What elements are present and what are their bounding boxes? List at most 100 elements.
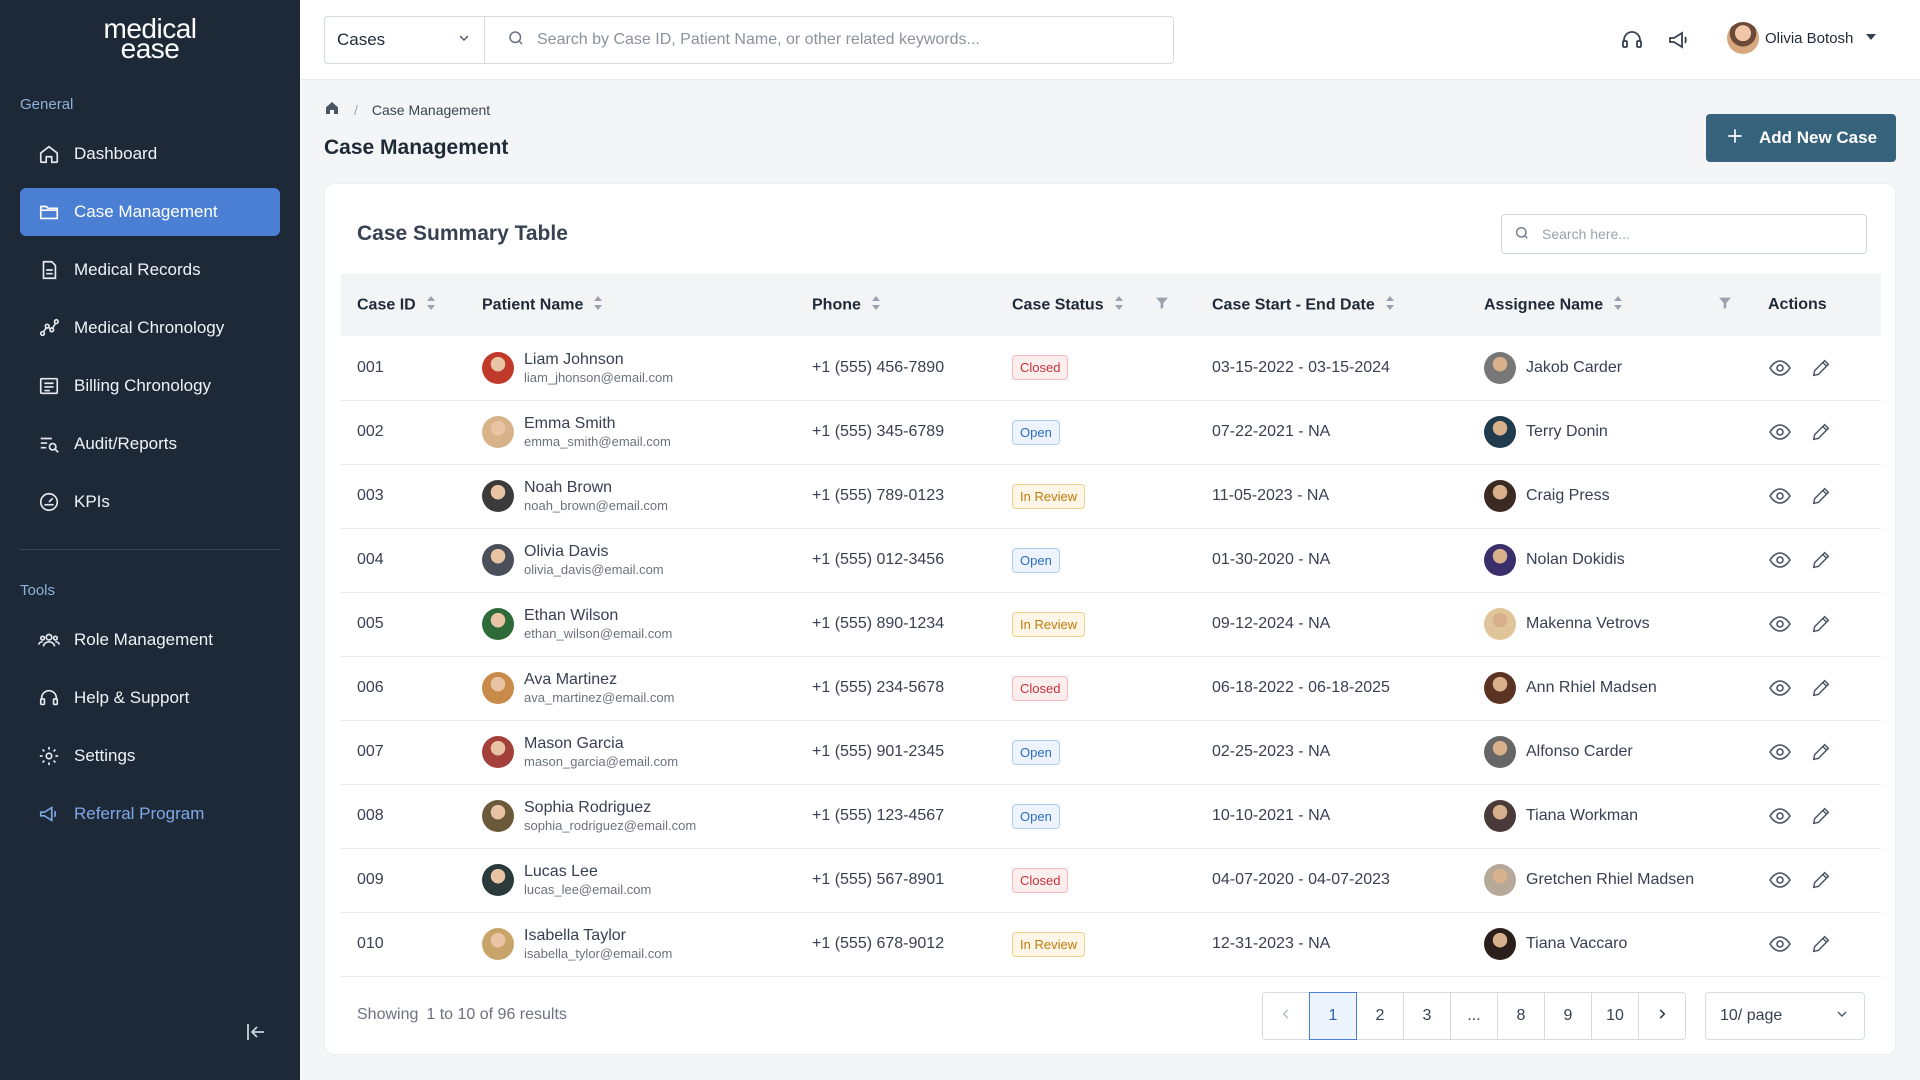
page-size-select[interactable]: 10/ page	[1705, 992, 1865, 1040]
sort-icon[interactable]	[871, 295, 881, 316]
home-icon[interactable]	[324, 100, 340, 119]
col-case-status[interactable]: Case Status	[996, 274, 1196, 336]
sort-icon[interactable]	[1114, 295, 1124, 316]
patient-name: Mason Garcia	[524, 735, 624, 752]
page-button-8[interactable]: 8	[1497, 992, 1545, 1040]
sidebar-item-audit-reports[interactable]: Audit/Reports	[20, 420, 280, 468]
megaphone-icon[interactable]	[1667, 28, 1691, 52]
view-eye-icon[interactable]	[1768, 484, 1792, 508]
sidebar-item-settings[interactable]: Settings	[20, 732, 280, 780]
sort-icon[interactable]	[1613, 295, 1623, 316]
view-eye-icon[interactable]	[1768, 740, 1792, 764]
page-button-1[interactable]: 1	[1309, 992, 1357, 1040]
col-case-dates[interactable]: Case Start - End Date	[1196, 274, 1468, 336]
table-row[interactable]: 006 Ava Martinez ava_martinez@email.com …	[341, 656, 1881, 720]
global-search-input[interactable]: Search by Case ID, Patient Name, or othe…	[485, 29, 1173, 52]
next-page-button[interactable]	[1638, 992, 1686, 1040]
page-ellipsis[interactable]: ...	[1450, 992, 1498, 1040]
case-dates: 02-25-2023 - NA	[1212, 743, 1331, 760]
edit-pencil-icon[interactable]	[1810, 805, 1832, 827]
filter-icon[interactable]	[1717, 295, 1733, 316]
status-cell: Closed	[996, 848, 1196, 912]
edit-pencil-icon[interactable]	[1810, 933, 1832, 955]
col-phone[interactable]: Phone	[796, 274, 996, 336]
sidebar-item-help-support[interactable]: Help & Support	[20, 674, 280, 722]
col-assignee-name[interactable]: Assignee Name	[1468, 274, 1752, 336]
page-button-2[interactable]: 2	[1356, 992, 1404, 1040]
headset-icon[interactable]	[1620, 28, 1644, 52]
page-button-10[interactable]: 10	[1591, 992, 1639, 1040]
table-search-input[interactable]: Search here...	[1501, 214, 1867, 254]
table-row[interactable]: 009 Lucas Lee lucas_lee@email.com +1 (55…	[341, 848, 1881, 912]
case-dates: 06-18-2022 - 06-18-2025	[1212, 679, 1390, 696]
edit-pencil-icon[interactable]	[1810, 421, 1832, 443]
case-id: 004	[357, 551, 384, 568]
edit-pencil-icon[interactable]	[1810, 869, 1832, 891]
edit-pencil-icon[interactable]	[1810, 357, 1832, 379]
case-dates: 12-31-2023 - NA	[1212, 935, 1331, 952]
sort-icon[interactable]	[426, 295, 436, 316]
view-eye-icon[interactable]	[1768, 868, 1792, 892]
avatar	[482, 351, 514, 384]
patient-info: Ethan Wilson ethan_wilson@email.com	[482, 606, 796, 642]
view-eye-icon[interactable]	[1768, 804, 1792, 828]
edit-pencil-icon[interactable]	[1810, 485, 1832, 507]
view-eye-icon[interactable]	[1768, 356, 1792, 380]
chevron-down-icon	[1834, 1006, 1850, 1027]
card-title: Case Summary Table	[357, 222, 568, 245]
table-row[interactable]: 003 Noah Brown noah_brown@email.com +1 (…	[341, 464, 1881, 528]
sidebar-item-label: Case Management	[74, 202, 218, 221]
view-eye-icon[interactable]	[1768, 676, 1792, 700]
col-case-id[interactable]: Case ID	[341, 274, 466, 336]
page-button-3[interactable]: 3	[1403, 992, 1451, 1040]
view-eye-icon[interactable]	[1768, 612, 1792, 636]
sort-icon[interactable]	[593, 295, 603, 316]
avatar	[1484, 608, 1516, 640]
dates-cell: 09-12-2024 - NA	[1196, 592, 1468, 656]
search-scope-select[interactable]: Cases	[325, 17, 485, 63]
table-row[interactable]: 007 Mason Garcia mason_garcia@email.com …	[341, 720, 1881, 784]
add-new-case-button[interactable]: Add New Case	[1706, 114, 1896, 162]
sidebar-item-medical-records[interactable]: Medical Records	[20, 246, 280, 294]
filter-icon[interactable]	[1154, 295, 1170, 316]
user-menu[interactable]: Olivia Botosh	[1727, 22, 1877, 54]
table-row[interactable]: 002 Emma Smith emma_smith@email.com +1 (…	[341, 400, 1881, 464]
page-title: Case Management	[324, 136, 509, 159]
edit-pencil-icon[interactable]	[1810, 549, 1832, 571]
sidebar-item-role-management[interactable]: Role Management	[20, 616, 280, 664]
sort-icon[interactable]	[1385, 295, 1395, 316]
actions-cell	[1752, 528, 1881, 592]
col-label: Case Start - End Date	[1212, 296, 1375, 314]
collapse-sidebar-icon[interactable]	[244, 1020, 268, 1044]
prev-page-button[interactable]	[1262, 992, 1310, 1040]
col-patient-name[interactable]: Patient Name	[466, 274, 796, 336]
edit-pencil-icon[interactable]	[1810, 741, 1832, 763]
sidebar-item-billing-chronology[interactable]: Billing Chronology	[20, 362, 280, 410]
case-id: 001	[357, 358, 384, 376]
view-eye-icon[interactable]	[1768, 932, 1792, 956]
sidebar-item-case-management[interactable]: Case Management	[20, 188, 280, 236]
sidebar-item-dashboard[interactable]: Dashboard	[20, 130, 280, 178]
page-button-9[interactable]: 9	[1544, 992, 1592, 1040]
table-row[interactable]: 004 Olivia Davis olivia_davis@email.com …	[341, 528, 1881, 592]
table-row[interactable]: 010 Isabella Taylor isabella_tylor@email…	[341, 912, 1881, 976]
sidebar-item-referral-program[interactable]: Referral Program	[20, 790, 280, 838]
patient-email: lucas_lee@email.com	[524, 882, 652, 897]
case-dates: 09-12-2024 - NA	[1212, 615, 1331, 632]
view-eye-icon[interactable]	[1768, 548, 1792, 572]
table-row[interactable]: 008 Sophia Rodriguez sophia_rodriguez@em…	[341, 784, 1881, 848]
assignee-cell: Craig Press	[1468, 464, 1752, 528]
section-label-tools: Tools	[20, 582, 56, 599]
col-label: Actions	[1768, 296, 1827, 313]
status-cell: Open	[996, 720, 1196, 784]
sidebar-item-kpis[interactable]: KPIs	[20, 478, 280, 526]
table-row[interactable]: 001 Liam Johnson liam_jhonson@email.com …	[341, 336, 1881, 400]
assignee-info: Tiana Workman	[1484, 800, 1752, 832]
brand-logo[interactable]: medical ease	[0, 15, 300, 63]
status-badge: Open	[1012, 419, 1060, 445]
edit-pencil-icon[interactable]	[1810, 613, 1832, 635]
view-eye-icon[interactable]	[1768, 420, 1792, 444]
edit-pencil-icon[interactable]	[1810, 677, 1832, 699]
table-row[interactable]: 005 Ethan Wilson ethan_wilson@email.com …	[341, 592, 1881, 656]
sidebar-item-medical-chronology[interactable]: Medical Chronology	[20, 304, 280, 352]
